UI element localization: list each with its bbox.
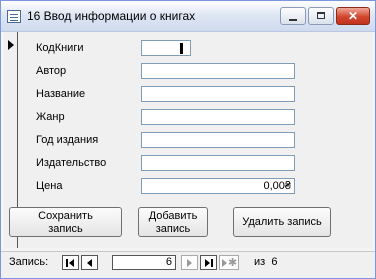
label-year: Год издания <box>36 134 99 146</box>
label-title: Название <box>36 88 86 100</box>
maximize-button[interactable] <box>308 7 334 25</box>
add-record-button[interactable]: Добавить запись <box>138 207 208 237</box>
title-bar: 16 Ввод информации о книгах ✕ <box>1 1 375 32</box>
minimize-icon <box>289 19 297 21</box>
author-field[interactable] <box>141 63 295 79</box>
publisher-field[interactable] <box>141 155 295 171</box>
form-window: 16 Ввод информации о книгах ✕ КодКниги А… <box>0 0 376 279</box>
label-price: Цена <box>36 180 63 192</box>
close-icon: ✕ <box>347 9 359 23</box>
label-book-id: КодКниги <box>36 42 84 54</box>
app-form-icon[interactable] <box>7 10 21 23</box>
maximize-icon <box>317 12 325 19</box>
save-record-button[interactable]: Сохранить запись <box>9 207 122 237</box>
last-record-button[interactable] <box>200 255 217 270</box>
title-field[interactable] <box>141 86 295 102</box>
text-cursor <box>180 43 183 54</box>
prev-record-button[interactable] <box>81 255 98 270</box>
prev-record-icon <box>87 259 92 267</box>
label-publisher: Издательство <box>36 157 107 169</box>
record-selector-arrow-icon <box>8 40 14 50</box>
label-genre: Жанр <box>36 111 65 123</box>
window-title: 16 Ввод информации о книгах <box>27 9 196 23</box>
year-field[interactable] <box>141 132 295 148</box>
record-label: Запись: <box>9 256 49 268</box>
new-record-button[interactable]: ✱ <box>219 255 239 270</box>
book-id-field[interactable] <box>141 40 191 56</box>
next-record-button[interactable] <box>181 255 198 270</box>
first-record-button[interactable] <box>62 255 79 270</box>
genre-field[interactable] <box>141 109 295 125</box>
record-total: из 6 <box>254 256 278 268</box>
current-record-input[interactable]: 6 <box>112 255 176 270</box>
minimize-button[interactable] <box>280 7 306 25</box>
label-author: Автор <box>36 65 67 77</box>
next-record-icon <box>187 259 192 267</box>
delete-record-button[interactable]: Удалить запись <box>233 207 331 237</box>
price-value: 0,00₴ <box>263 180 291 192</box>
price-field[interactable]: 0,00₴ <box>141 178 295 194</box>
close-button[interactable]: ✕ <box>336 7 370 25</box>
